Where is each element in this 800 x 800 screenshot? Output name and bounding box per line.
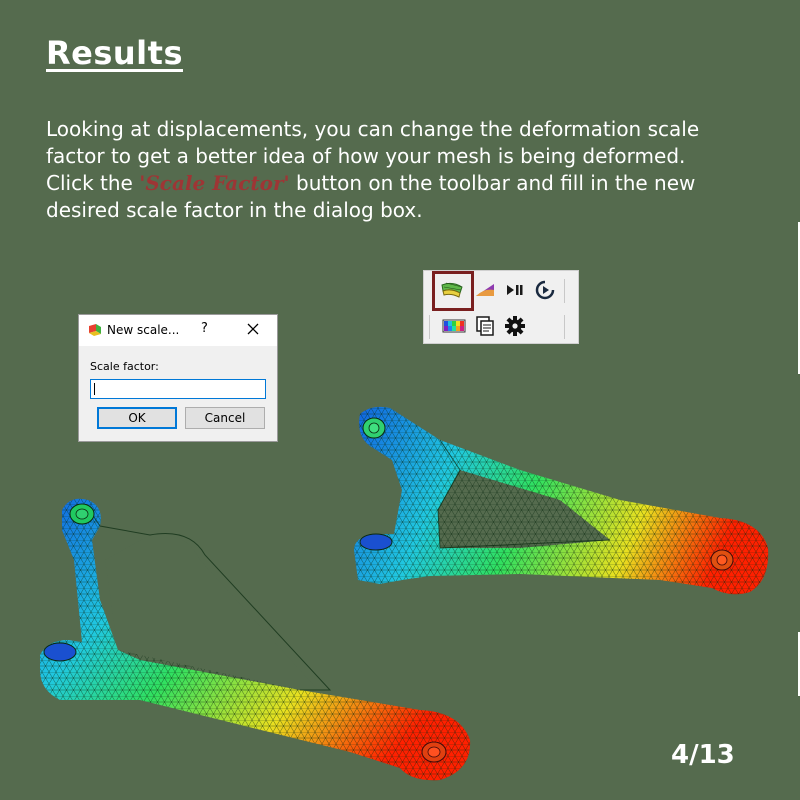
deformed-mesh-render	[40, 406, 769, 781]
mesh-part-right	[354, 406, 769, 595]
page-indicator: 4/13	[671, 740, 735, 770]
